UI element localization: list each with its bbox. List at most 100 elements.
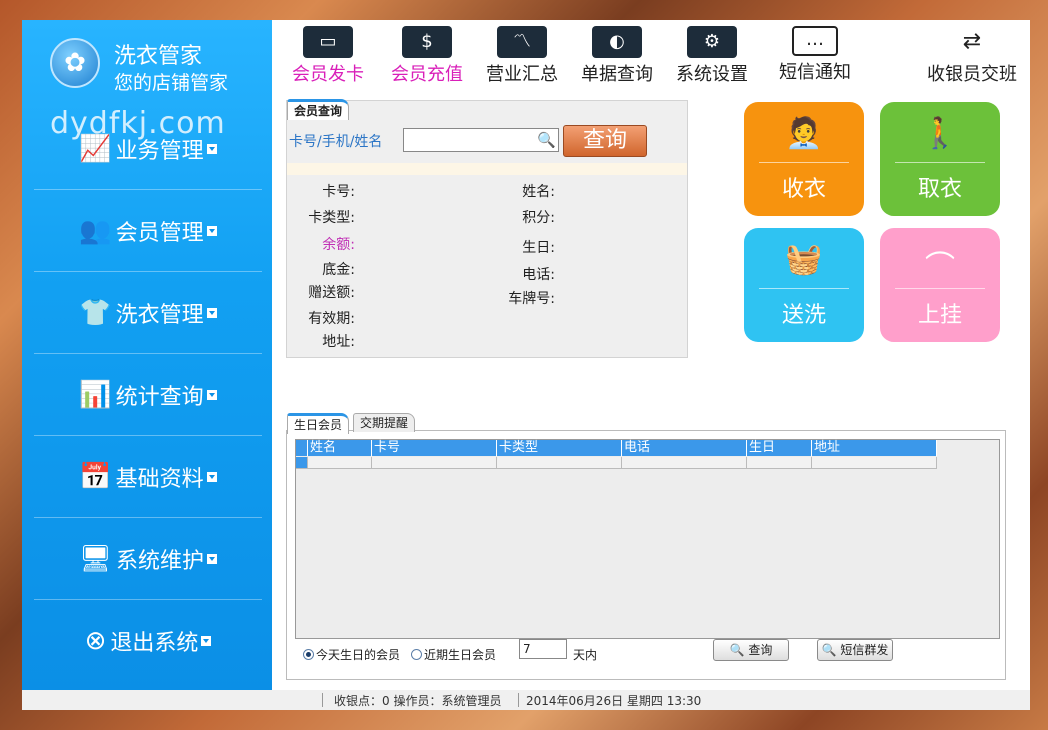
pickup-person-icon: 🚶 (921, 116, 959, 151)
sidebar-item-label: 业务管理 (115, 138, 204, 164)
radio-checked-icon (303, 649, 314, 660)
field-card-no: 卡号: (322, 184, 355, 200)
sidebar-item-label: 洗衣管理 (115, 302, 204, 328)
sidebar-item-basic-data[interactable]: 📅 基础资料 (34, 436, 262, 518)
send-to-wash-button[interactable]: 🧺 送洗 (744, 228, 864, 342)
query-button[interactable]: 查询 (563, 125, 647, 157)
toolbar-member-card[interactable]: ▭ 会员发卡 (280, 26, 376, 90)
tab-due-reminder[interactable]: 交期提醒 (353, 413, 416, 432)
birthday-query-button[interactable]: 🔍 查询 (713, 639, 789, 661)
toolbar-cashier-handover[interactable]: ⇄ 收银员交班 (918, 26, 1026, 90)
sidebar-item-laundry[interactable]: 👕 洗衣管理 (34, 272, 262, 354)
toolbar-label: 营业汇总 (486, 64, 558, 85)
bar-chart-icon: 📊 (79, 379, 112, 410)
maple-leaf-logo-icon: ✿ (50, 38, 100, 88)
pickup-clothes-button[interactable]: 🚶 取衣 (880, 102, 1000, 216)
status-datetime: 2014年06月26日 星期四 13:30 (526, 694, 702, 708)
column-header[interactable]: 卡类型 (497, 440, 622, 456)
cashier-handover-icon: ⇄ (947, 26, 997, 58)
search-label: 卡号/手机/姓名 (289, 134, 383, 150)
field-balance: 余额: (322, 237, 355, 253)
app-subtitle: 您的店铺管家 (114, 72, 229, 94)
sidebar-item-members[interactable]: 👥 会员管理 (34, 190, 262, 272)
radio-label: 今天生日的会员 (316, 648, 401, 662)
column-header[interactable]: 卡号 (372, 440, 497, 456)
field-valid-until: 有效期: (308, 311, 355, 327)
toolbar-label: 会员发卡 (292, 64, 364, 85)
trend-chart-icon: 📈 (79, 133, 112, 164)
button-label: 查询 (748, 643, 773, 657)
sidebar-item-label: 基础资料 (115, 466, 204, 492)
sidebar-item-maintenance[interactable]: 🖥 系统维护 (34, 518, 262, 600)
toolbar-receipt-query[interactable]: ◐ 单据查询 (572, 26, 662, 90)
tile-label: 送洗 (781, 303, 826, 328)
brand: ✿ 洗衣管家 您的店铺管家 (22, 20, 272, 106)
shirt-icon: 👕 (79, 297, 112, 328)
receipt-search-icon: ◐ (592, 26, 642, 58)
chevron-down-icon (206, 307, 217, 318)
receive-clothes-button[interactable]: 🧑‍💼 收衣 (744, 102, 864, 216)
settings-icon: ⚙ (687, 26, 737, 58)
toolbar-system-settings[interactable]: ⚙ 系统设置 (668, 26, 756, 90)
radio-unchecked-icon (411, 649, 422, 660)
column-header[interactable]: 生日 (747, 440, 812, 456)
main-window: ✿ 洗衣管家 您的店铺管家 dydfkj.com 📈 业务管理 👥 会员管理 👕… (22, 20, 1030, 710)
tile-label: 收衣 (781, 177, 826, 202)
counter-service-icon: 🧑‍💼 (785, 116, 823, 151)
search-icon: 🔍 (729, 643, 745, 657)
card-icon: ▭ (303, 26, 353, 58)
radio-label: 近期生日会员 (424, 648, 497, 662)
tab-member-query[interactable]: 会员查询 (287, 99, 350, 120)
message-icon: … (792, 26, 838, 56)
field-points: 积分: (522, 210, 555, 226)
line-chart-icon: 〽 (497, 26, 547, 58)
toolbar-label: 系统设置 (676, 64, 748, 85)
sidebar-item-statistics[interactable]: 📊 统计查询 (34, 354, 262, 436)
field-base-amount: 底金: (322, 262, 355, 278)
sidebar-item-business[interactable]: 📈 业务管理 (34, 108, 262, 190)
toolbar-business-summary[interactable]: 〽 营业汇总 (478, 26, 566, 90)
washer-basket-icon: 🧺 (785, 242, 823, 277)
toolbar-sms-notify[interactable]: … 短信通知 (770, 26, 860, 90)
field-phone: 电话: (522, 267, 555, 283)
chevron-down-icon (206, 143, 217, 154)
column-header[interactable]: 电话 (622, 440, 747, 456)
status-operator: 收银点：0 操作员：系统管理员 (334, 694, 502, 708)
hang-up-button[interactable]: ⌒ 上挂 (880, 228, 1000, 342)
days-unit: 天内 (573, 648, 598, 662)
sidebar: ✿ 洗衣管家 您的店铺管家 dydfkj.com 📈 业务管理 👥 会员管理 👕… (22, 20, 272, 690)
sms-broadcast-button[interactable]: 🔍 短信群发 (817, 639, 893, 661)
sidebar-item-label: 系统维护 (116, 548, 205, 574)
dollar-card-icon: $ (402, 26, 452, 58)
toolbar-label: 单据查询 (581, 64, 653, 85)
toolbar-label: 会员充值 (391, 64, 463, 85)
sidebar-item-label: 会员管理 (115, 220, 204, 246)
search-icon[interactable]: 🔍 (537, 131, 556, 149)
field-birthday: 生日: (522, 240, 555, 256)
chevron-down-icon (207, 553, 218, 564)
toolbar-label: 短信通知 (779, 62, 851, 83)
column-header[interactable]: 姓名 (308, 440, 372, 456)
chevron-down-icon (206, 471, 217, 482)
birthday-table[interactable]: 姓名 卡号 卡类型 电话 生日 地址 (295, 439, 1000, 639)
monitor-icon: 🖥 (78, 543, 112, 574)
toolbar-member-recharge[interactable]: $ 会员充值 (382, 26, 472, 90)
tab-birthday-members[interactable]: 生日会员 (287, 413, 350, 434)
button-label: 短信群发 (840, 643, 889, 657)
tile-label: 上挂 (917, 303, 962, 328)
close-circle-icon: ⊗ (84, 626, 107, 656)
column-header[interactable]: 地址 (812, 440, 937, 456)
field-plate-no: 车牌号: (508, 291, 555, 307)
chevron-down-icon (206, 389, 217, 400)
days-input[interactable]: 7 (519, 639, 567, 659)
hanger-icon: ⌒ (925, 250, 955, 285)
sidebar-item-exit[interactable]: ⊗ 退出系统 (34, 600, 262, 682)
search-input[interactable]: 🔍 (403, 128, 559, 152)
toolbar-label: 收银员交班 (927, 64, 1017, 85)
table-row[interactable] (296, 457, 937, 469)
radio-upcoming-birthday[interactable]: 近期生日会员 (411, 646, 496, 663)
member-query-panel: 会员查询 卡号/手机/姓名 🔍 查询 卡号: 卡类型: 余额: 底金: 赠送额:… (286, 99, 688, 358)
radio-today-birthday[interactable]: 今天生日的会员 (303, 646, 400, 663)
chevron-down-icon (206, 225, 217, 236)
field-name: 姓名: (522, 184, 555, 200)
